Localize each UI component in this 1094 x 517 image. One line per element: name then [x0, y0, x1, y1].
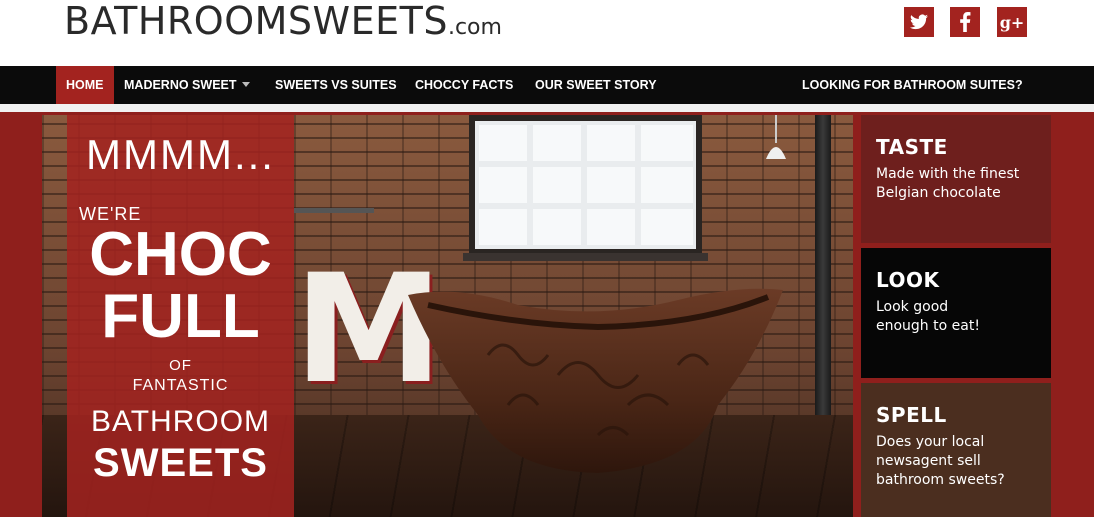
facebook-icon [959, 12, 971, 32]
chevron-down-icon [241, 82, 250, 88]
google-plus-icon: g+ [999, 12, 1025, 32]
card-look-text: Look good enough to eat! [876, 299, 980, 334]
card-look-title: LOOK [876, 268, 940, 292]
twitter-button[interactable] [904, 7, 934, 37]
site-logo[interactable]: BATHROOMSWEETS.com [64, 0, 502, 49]
promo-line-choc: CHOC [89, 220, 272, 289]
promo-line-bathroom: BATHROOM [90, 405, 271, 438]
chocolate-bathtub-image [398, 275, 788, 490]
card-taste-title: TASTE [876, 135, 948, 159]
nav-item-maderno-sweet[interactable]: MADERNO SWEET [124, 66, 250, 104]
nav-item-sweets-vs-suites[interactable]: SWEETS VS SUITES [275, 66, 397, 104]
pipe-image [815, 115, 831, 415]
card-taste[interactable]: TASTE Made with the finest Belgian choco… [861, 115, 1051, 243]
card-spell-title: SPELL [876, 403, 947, 427]
promo-text-panel: MMMM... WE'RE CHOC FULL OF FANTASTIC BAT… [67, 115, 294, 517]
facebook-button[interactable] [950, 7, 980, 37]
lamp-icon [761, 115, 791, 172]
promo-line-of: OF [169, 357, 192, 374]
card-spell-text: Does your local newsagent sell bathroom … [876, 434, 1005, 488]
window-image [469, 115, 702, 255]
card-look[interactable]: LOOK Look good enough to eat! [861, 248, 1051, 378]
logo-main-text: BATHROOMSWEETS [64, 0, 448, 43]
window-sill-image [463, 253, 708, 261]
nav-item-our-sweet-story[interactable]: OUR SWEET STORY [535, 66, 657, 104]
nav-item-maderno-sweet-label: MADERNO SWEET [124, 78, 237, 92]
nav-item-home[interactable]: HOME [56, 66, 114, 104]
promo-line-sweets: SWEETS [93, 441, 268, 485]
site-header: BATHROOMSWEETS.com g+ [0, 0, 1094, 66]
logo-tld-text: .com [447, 15, 502, 40]
twitter-icon [910, 14, 928, 30]
main-navigation: HOME MADERNO SWEET SWEETS VS SUITES CHOC… [0, 66, 1094, 104]
nav-link-bathroom-suites[interactable]: LOOKING FOR BATHROOM SUITES? [802, 66, 1023, 104]
promo-line-mmmm: MMMM... [86, 131, 275, 178]
promo-line-full: FULL [101, 282, 260, 351]
nav-item-choccy-facts[interactable]: CHOCCY FACTS [415, 66, 513, 104]
promo-line-fantastic: FANTASTIC [132, 377, 229, 394]
card-taste-text: Made with the finest Belgian chocolate [876, 166, 1020, 201]
card-spell[interactable]: SPELL Does your local newsagent sell bat… [861, 383, 1051, 517]
shelf-image [294, 208, 374, 213]
google-plus-button[interactable]: g+ [997, 7, 1027, 37]
